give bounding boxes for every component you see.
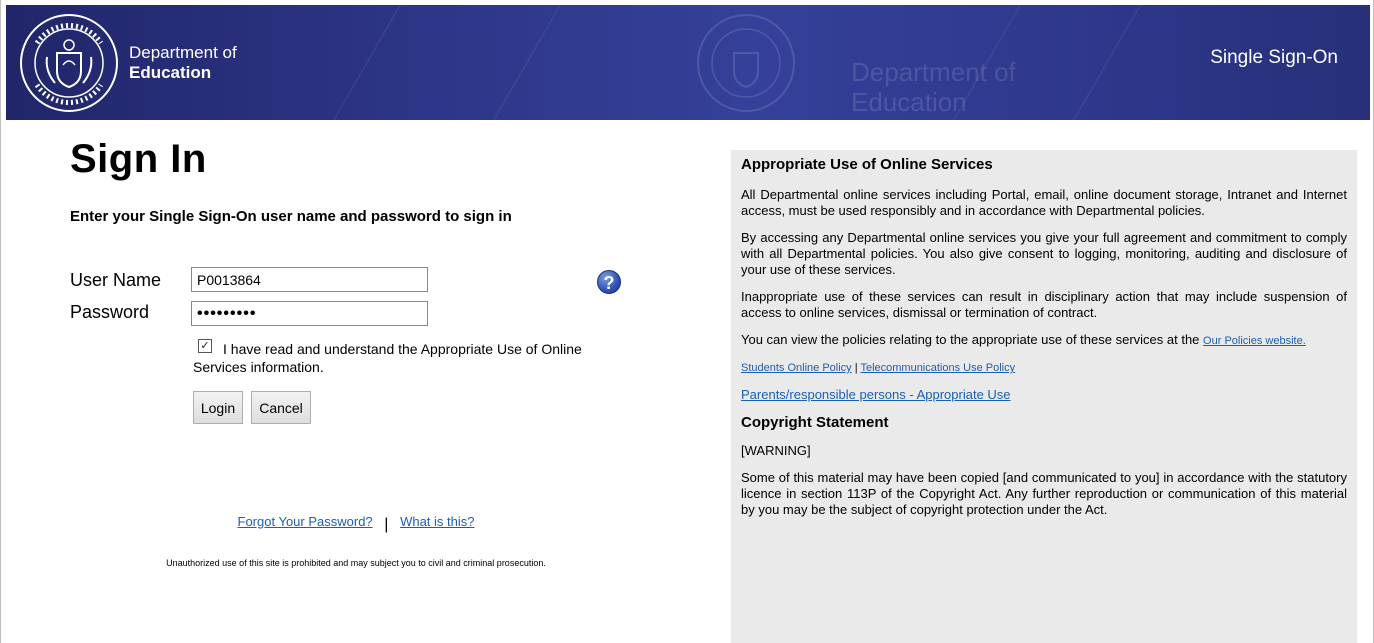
agreement-checkbox[interactable]: ✓ [198,339,212,353]
policy-paragraph-4-text: You can view the policies relating to th… [741,332,1200,347]
footer-links: Forgot Your Password? | What is this? [1,513,711,533]
parents-link-row: Parents/responsible persons - Appropriat… [741,387,1347,403]
agreement-checkbox-label[interactable]: I have read and understand the Appropria… [193,340,623,376]
policy-paragraph-2: By accessing any Departmental online ser… [741,230,1347,277]
copyright-warning: [WARNING] [741,443,811,458]
footer-link-separator: | [384,516,389,533]
password-input[interactable] [191,301,428,326]
department-title-line1: Department of [129,43,237,62]
copyright-text: Some of this material may have been copi… [741,470,1347,517]
sign-in-instruction: Enter your Single Sign-On user name and … [70,208,512,225]
cancel-button[interactable]: Cancel [251,391,311,424]
policy-links-row: Students Online Policy | Telecommunicati… [741,360,1347,376]
header-banner: Department of Education Department of Ed… [6,5,1370,120]
policy-paragraph-4: You can view the policies relating to th… [741,332,1347,349]
login-button[interactable]: Login [193,391,243,424]
policy-link-separator: | [854,362,858,374]
watermark-line2: Education [851,87,967,117]
password-label: Password [70,302,150,322]
watermark-line1: Department of [851,57,1016,87]
single-sign-on-label: Single Sign-On [1210,47,1338,68]
username-label: User Name [70,270,162,290]
parents-appropriate-use-link[interactable]: Parents/responsible persons - Appropriat… [741,387,1011,402]
department-title-line2: Education [129,63,212,82]
what-is-this-link[interactable]: What is this? [400,514,474,529]
watermark-crest-icon [697,14,795,112]
wa-government-crest-icon [20,14,118,112]
page-title: Sign In [70,137,207,181]
page: Department of Education Department of Ed… [0,0,1374,643]
telecommunications-policy-link[interactable]: Telecommunications Use Policy [860,362,1015,374]
policy-paragraph-3: Inappropriate use of these services can … [741,289,1347,320]
department-title: Department of Education [129,43,237,83]
unauthorized-use-disclaimer: Unauthorized use of this site is prohibi… [166,558,546,568]
students-online-policy-link[interactable]: Students Online Policy [741,362,852,374]
policy-paragraph-1: All Departmental online services includi… [741,187,1347,218]
username-input[interactable] [191,267,428,292]
forgot-password-link[interactable]: Forgot Your Password? [238,514,373,529]
appropriate-use-panel: Appropriate Use of Online Services All D… [731,150,1357,643]
appropriate-use-heading: Appropriate Use of Online Services [741,156,993,173]
help-question-icon[interactable]: ? [597,270,621,294]
our-policies-link[interactable]: Our Policies website. [1203,335,1306,347]
watermark-text: Department of Education [851,57,1016,117]
copyright-heading: Copyright Statement [741,414,889,431]
